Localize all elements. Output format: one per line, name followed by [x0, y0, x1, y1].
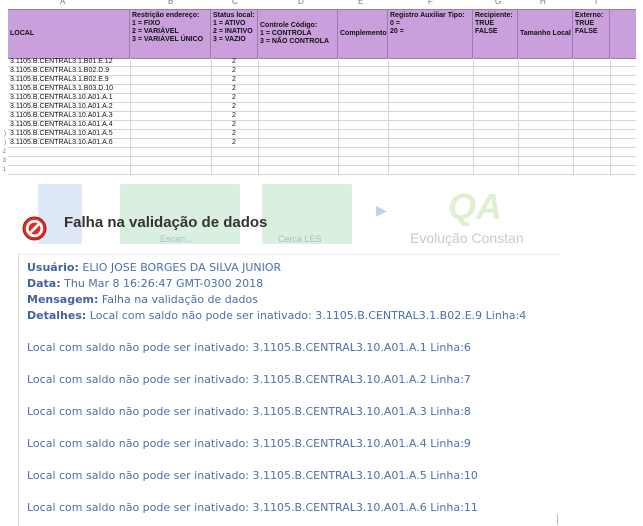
error-dialog: Escan... Cerca LES ▶ QA Evolução Constan… — [0, 184, 643, 526]
row-number: 2 — [2, 149, 6, 155]
row-number: 1 — [2, 167, 6, 173]
cell-local[interactable]: 3.1105.B.CENTRAL3.10.A01.A.6 — [10, 139, 113, 147]
cell-local[interactable]: 3.1105.B.CENTRAL3.10.A01.A.1 — [10, 94, 113, 102]
error-message: Local com saldo não pode ser inativado: … — [27, 405, 471, 418]
bg-label: Cerca LES — [278, 234, 322, 244]
row-number: 3 — [2, 158, 6, 164]
detalhes-value: Local com saldo não pode ser inativado: … — [89, 309, 527, 322]
cell-status[interactable]: 2 — [232, 76, 236, 84]
bg-label: Escan... — [160, 234, 193, 244]
cell-local[interactable]: 3.1105.B.CENTRAL3.10.A01.A.3 — [10, 112, 113, 120]
error-message: Local com saldo não pode ser inativado: … — [27, 341, 471, 354]
cell-status[interactable]: 2 — [232, 112, 236, 120]
bg-logo: QA — [448, 186, 502, 227]
spreadsheet: A B C D E F G H I LOCAL Restrição endere… — [0, 0, 643, 182]
cell-status[interactable]: 2 — [232, 58, 236, 66]
cell-status[interactable]: 2 — [232, 67, 236, 75]
detalhes-label: Detalhes: — [27, 309, 87, 322]
cell-status[interactable]: 2 — [232, 139, 236, 147]
header-row: LOCAL Restrição endereço: 1 = FIXO 2 = V… — [8, 9, 636, 59]
table-row[interactable]: ) 3.1105.B.CENTRAL3.10.A01.A.5 2 — [4, 130, 636, 139]
header-local[interactable]: LOCAL — [8, 10, 130, 58]
cell-local[interactable]: 3.1105.B.CENTRAL3.1.B02.E.9 — [10, 76, 109, 84]
usuario-label: Usuário: — [27, 261, 79, 274]
dialog-title: Falha na validação de dados — [64, 214, 268, 231]
col-letter-h[interactable]: H — [540, 0, 546, 6]
cell-local[interactable]: 3.1105.B.CENTRAL3.1.B01.E.12 — [10, 58, 113, 66]
row-number: ) — [4, 131, 6, 137]
col-letter-a[interactable]: A — [60, 0, 65, 6]
data-label: Data: — [27, 277, 61, 290]
header-status[interactable]: Status local: 1 = ATIVO 2 = INATIVO 3 = … — [211, 10, 258, 58]
cell-local[interactable]: 3.1105.B.CENTRAL3.10.A01.A.2 — [10, 103, 113, 111]
table-row[interactable]: 3 — [3, 157, 636, 166]
table-row[interactable]: 3.1105.B.CENTRAL3.10.A01.A.4 2 — [8, 121, 636, 130]
cell-local[interactable]: 3.1105.B.CENTRAL3.1.B03.D.10 — [10, 85, 113, 93]
cell-local[interactable]: 3.1105.B.CENTRAL3.10.A01.A.5 — [10, 130, 113, 138]
usuario-value: ELIO JOSE BORGES DA SILVA JUNIOR — [82, 261, 282, 274]
data-line: Data: Thu Mar 8 16:26:47 GMT-0300 2018 — [27, 277, 263, 290]
mensagem-label: Mensagem: — [27, 293, 99, 306]
detalhes-line: Detalhes: Local com saldo não pode ser i… — [27, 309, 526, 322]
error-message: Local com saldo não pode ser inativado: … — [27, 501, 478, 514]
cell-local[interactable]: 3.1105.B.CENTRAL3.10.A01.A.4 — [10, 121, 113, 129]
table-row[interactable]: 3.1105.B.CENTRAL3.1.B02.D.9 2 — [8, 67, 636, 76]
cell-status[interactable]: 2 — [232, 85, 236, 93]
dialog-body: Usuário: ELIO JOSE BORGES DA SILVA JUNIO… — [18, 254, 559, 526]
table-row[interactable]: 3.1105.B.CENTRAL3.1.B01.E.12 2 — [8, 58, 636, 67]
col-letter-e[interactable]: E — [358, 0, 363, 6]
data-value: Thu Mar 8 16:26:47 GMT-0300 2018 — [64, 277, 264, 290]
cell-status[interactable]: 2 — [232, 103, 236, 111]
header-recipiente[interactable]: Recipiente: TRUE FALSE — [473, 10, 518, 58]
error-message: Local com saldo não pode ser inativado: … — [27, 437, 471, 450]
error-message: Local com saldo não pode ser inativado: … — [27, 373, 471, 386]
header-registro[interactable]: Registro Auxiliar Tipo: 0 = 20 = — [388, 10, 473, 58]
cell-status[interactable]: 2 — [232, 130, 236, 138]
col-letter-g[interactable]: G — [495, 0, 501, 6]
table-row[interactable]: 3.1105.B.CENTRAL3.10.A01.A.1 2 — [8, 94, 636, 103]
row-number: ) — [4, 140, 6, 146]
cell-local[interactable]: 3.1105.B.CENTRAL3.1.B02.D.9 — [10, 67, 109, 75]
col-letter-c[interactable]: C — [232, 0, 238, 6]
chevron-right-icon: ▶ — [376, 202, 387, 218]
header-complemento[interactable]: Complemento — [338, 10, 388, 58]
header-controle[interactable]: Controle Código: 1 = CONTROLA 3 = NÃO CO… — [258, 10, 338, 58]
usuario-line: Usuário: ELIO JOSE BORGES DA SILVA JUNIO… — [27, 261, 281, 274]
error-message: Local com saldo não pode ser inativado: … — [27, 469, 478, 482]
table-row[interactable]: 3.1105.B.CENTRAL3.10.A01.A.2 2 — [8, 103, 636, 112]
header-restricao[interactable]: Restrição endereço: 1 = FIXO 2 = VARIÁVE… — [130, 10, 211, 58]
col-letter-i[interactable]: I — [595, 0, 597, 6]
table-row[interactable]: 3.1105.B.CENTRAL3.1.B03.D.10 2 — [8, 85, 636, 94]
table-row[interactable]: 2 — [3, 148, 636, 157]
table-row[interactable]: 3.1105.B.CENTRAL3.10.A01.A.3 2 — [8, 112, 636, 121]
table-row[interactable]: ) 3.1105.B.CENTRAL3.10.A01.A.6 2 — [4, 139, 636, 148]
header-externo[interactable]: Externo: TRUE FALSE — [573, 10, 610, 58]
dialog-header: Escan... Cerca LES ▶ QA Evolução Constan… — [0, 184, 560, 254]
stop-icon — [22, 216, 47, 241]
scroll-edge[interactable] — [557, 514, 558, 525]
cell-status[interactable]: 2 — [232, 121, 236, 129]
header-tamanho[interactable]: Tamanho Local — [518, 10, 573, 58]
mensagem-value: Falha na validação de dados — [101, 293, 258, 306]
table-row[interactable]: 1 — [3, 166, 636, 175]
col-letter-b[interactable]: B — [168, 0, 173, 6]
bg-subtitle: Evolução Constan — [410, 230, 524, 246]
col-letter-d[interactable]: D — [298, 0, 304, 6]
col-letter-f[interactable]: F — [428, 0, 433, 6]
cell-status[interactable]: 2 — [232, 94, 236, 102]
table-row[interactable]: 3.1105.B.CENTRAL3.1.B02.E.9 2 — [8, 76, 636, 85]
column-letters: A B C D E F G H I — [0, 0, 643, 8]
mensagem-line: Mensagem: Falha na validação de dados — [27, 293, 258, 306]
